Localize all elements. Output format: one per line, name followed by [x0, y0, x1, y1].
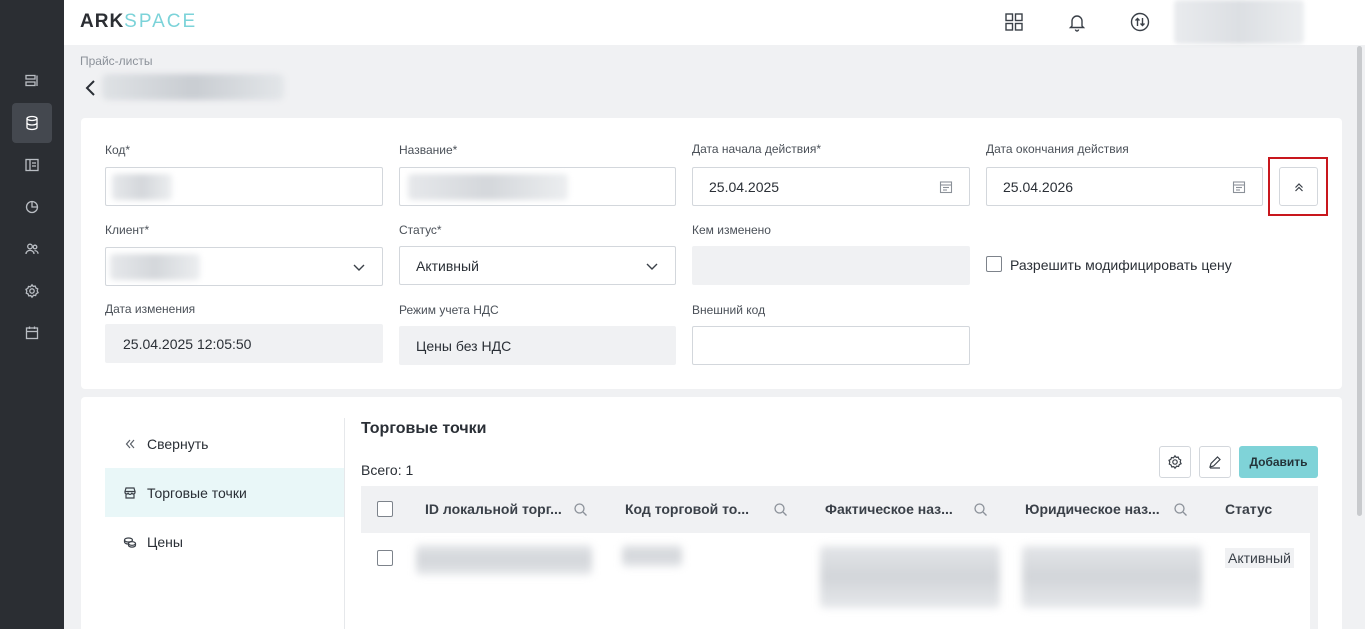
rail-item-settings[interactable] — [12, 271, 52, 311]
end-date-label: Дата окончания действия — [986, 142, 1129, 156]
search-icon[interactable] — [773, 502, 788, 517]
vat-mode-field: Цены без НДС — [399, 326, 676, 365]
name-label: Название* — [399, 143, 458, 157]
allow-modify-price-checkbox[interactable] — [986, 256, 1002, 272]
chevron-down-icon — [353, 264, 365, 271]
coins-icon — [123, 536, 137, 548]
external-code-input[interactable] — [692, 326, 970, 365]
end-date-input[interactable]: 25.04.2026 — [986, 167, 1263, 206]
table-cell-legal-name — [1022, 546, 1202, 608]
side-nav-outlets[interactable]: Торговые точки — [105, 468, 345, 517]
sync-button[interactable] — [1128, 10, 1152, 34]
app-logo[interactable]: ARKSPACE — [80, 11, 197, 33]
client-label: Клиент* — [105, 223, 150, 237]
table-cell-outlet-code — [622, 545, 682, 567]
code-label: Код* — [105, 143, 131, 157]
pencil-icon — [1209, 456, 1221, 469]
search-icon[interactable] — [1173, 502, 1188, 517]
calendar-icon — [25, 326, 39, 340]
bell-icon — [1068, 15, 1086, 32]
chevron-left-icon — [85, 80, 95, 96]
search-icon[interactable] — [573, 502, 588, 517]
database-icon — [26, 115, 38, 131]
sync-icon — [1130, 12, 1150, 32]
rail-item-layout[interactable] — [12, 145, 52, 185]
left-rail — [0, 0, 64, 629]
top-header: ARKSPACE — [64, 0, 1365, 45]
select-all-checkbox[interactable] — [377, 501, 393, 517]
client-select[interactable] — [105, 247, 383, 286]
highlight-frame — [1268, 157, 1328, 216]
user-profile[interactable] — [1174, 0, 1304, 44]
status-label: Статус* — [399, 223, 442, 237]
code-input[interactable] — [105, 167, 383, 206]
table-cell-local-id — [416, 545, 592, 575]
column-header-legal-name[interactable]: Юридическое наз... — [1025, 501, 1160, 517]
allow-modify-price-label[interactable]: Разрешить модифицировать цену — [1010, 257, 1232, 273]
page-scrollbar[interactable] — [1357, 46, 1362, 516]
calendar-icon[interactable] — [939, 180, 953, 194]
external-code-label: Внешний код — [692, 303, 766, 317]
rail-item-reports[interactable] — [12, 187, 52, 227]
row-checkbox[interactable] — [377, 550, 393, 566]
rail-item-calendar[interactable] — [12, 313, 52, 353]
back-button[interactable] — [84, 78, 102, 98]
rail-item-database[interactable] — [12, 103, 52, 143]
users-icon — [25, 243, 39, 255]
vat-mode-label: Режим учета НДС — [399, 303, 499, 317]
column-header-local-id[interactable]: ID локальной торг... — [425, 501, 562, 517]
rail-item-users[interactable] — [12, 229, 52, 269]
gear-icon — [1168, 454, 1182, 470]
table-edge — [1310, 533, 1318, 629]
gear-icon — [25, 283, 39, 299]
outlets-table-header: ID локальной торг... Код торговой то... … — [361, 486, 1318, 533]
notifications-button[interactable] — [1065, 10, 1089, 34]
table-cell-actual-name — [820, 546, 1000, 608]
modified-date-field: 25.04.2025 12:05:50 — [105, 324, 383, 363]
table-settings-button[interactable] — [1159, 446, 1191, 478]
edit-button[interactable] — [1199, 446, 1231, 478]
name-input[interactable] — [399, 167, 676, 206]
modified-by-field — [692, 246, 970, 285]
calendar-icon[interactable] — [1232, 180, 1246, 194]
outlets-total: Всего: 1 — [361, 462, 414, 478]
chevron-down-icon — [646, 263, 658, 270]
start-date-label: Дата начала действия* — [692, 142, 821, 156]
panel-divider — [344, 418, 345, 629]
chevrons-left-icon — [125, 439, 135, 448]
list-icon — [25, 74, 38, 87]
rail-item-list[interactable] — [12, 61, 52, 101]
store-icon — [124, 486, 136, 499]
column-header-actual-name[interactable]: Фактическое наз... — [825, 501, 953, 517]
outlets-title: Торговые точки — [361, 420, 487, 437]
start-date-input[interactable]: 25.04.2025 — [692, 167, 970, 206]
column-header-outlet-code[interactable]: Код торговой то... — [625, 501, 749, 517]
layout-icon — [25, 158, 39, 172]
modified-by-label: Кем изменено — [692, 223, 771, 237]
pie-chart-icon — [25, 200, 39, 214]
page-title — [102, 74, 284, 100]
search-icon[interactable] — [973, 502, 988, 517]
breadcrumb[interactable]: Прайс-листы — [80, 54, 153, 68]
apps-grid-button[interactable] — [1002, 10, 1026, 34]
add-button[interactable]: Добавить — [1239, 446, 1318, 478]
modified-date-label: Дата изменения — [105, 302, 196, 316]
status-select[interactable]: Активный — [399, 246, 676, 285]
collapse-sidebar-button[interactable]: Свернуть — [105, 419, 345, 468]
status-badge: Активный — [1225, 548, 1294, 568]
side-nav-prices[interactable]: Цены — [105, 517, 345, 566]
apps-grid-icon — [1005, 13, 1023, 31]
column-header-status[interactable]: Статус — [1225, 501, 1272, 517]
